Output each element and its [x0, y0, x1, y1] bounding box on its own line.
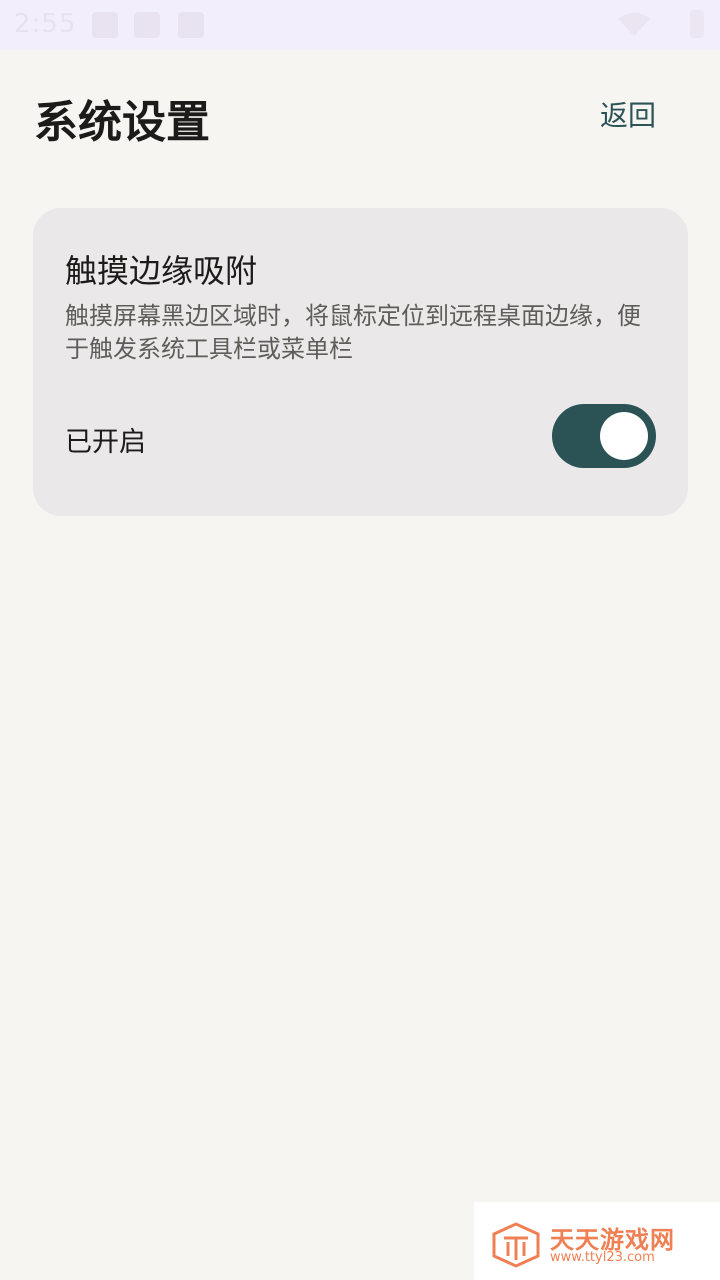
watermark: 天天游戏网 www.ttyl23.com — [474, 1202, 720, 1280]
edge-snap-setting-card: 触摸边缘吸附 触摸屏幕黑边区域时，将鼠标定位到远程桌面边缘，便于触发系统工具栏或… — [33, 208, 688, 516]
back-button[interactable]: 返回 — [600, 94, 656, 134]
status-bar: 2:55 — [0, 0, 720, 50]
site-logo-icon — [492, 1222, 540, 1268]
setting-description: 触摸屏幕黑边区域时，将鼠标定位到远程桌面边缘，便于触发系统工具栏或菜单栏 — [65, 302, 641, 363]
setting-status-label: 已开启 — [65, 427, 146, 458]
setting-title: 触摸边缘吸附 — [65, 252, 258, 290]
wifi-icon — [618, 12, 650, 36]
watermark-url: www.ttyl23.com — [550, 1250, 655, 1265]
battery-icon — [690, 10, 704, 38]
edge-snap-toggle[interactable] — [552, 404, 656, 468]
status-time: 2:55 — [14, 9, 77, 39]
toggle-thumb[interactable] — [600, 412, 648, 460]
app-notification-icon — [178, 12, 204, 38]
message-icon — [92, 12, 118, 38]
download-icon — [134, 12, 160, 38]
page-title: 系统设置 — [34, 97, 210, 148]
